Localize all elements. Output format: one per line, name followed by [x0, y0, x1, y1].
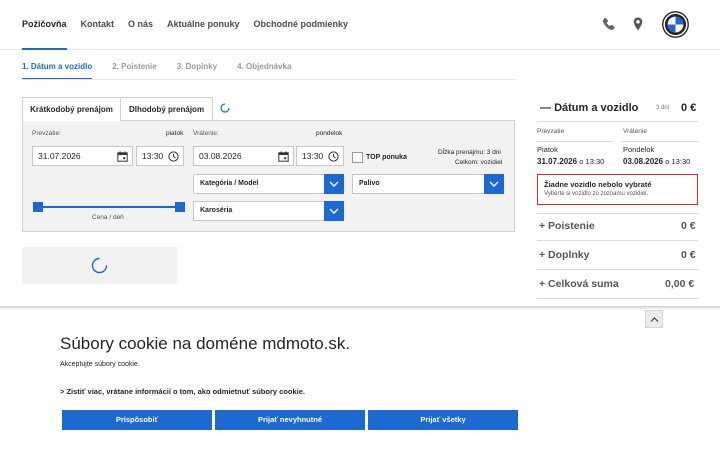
summary-pickup-label: Prevzatie	[537, 128, 565, 135]
chevron-down-icon	[324, 201, 344, 221]
chevron-up-icon	[650, 317, 659, 322]
fuel-value: Palivo	[359, 180, 380, 187]
top-offer-checkbox[interactable]	[352, 152, 363, 163]
location-pin-icon[interactable]	[630, 16, 646, 32]
tab-short-term[interactable]: Krátkodobý prenájom	[22, 97, 121, 121]
cookie-subtitle: Akceptujte súbory cookie.	[60, 361, 140, 368]
pickup-date-value: 31.07.2026	[38, 151, 81, 161]
calendar-icon	[117, 151, 128, 162]
summary-insurance-toggle[interactable]: + Poistenie	[539, 220, 595, 232]
cookie-customize-button[interactable]: Prispôsobiť	[62, 410, 212, 430]
loading-spinner-icon	[91, 257, 108, 274]
summary-pickup-datetime: 31.07.2026 o 13:30	[537, 157, 604, 166]
summary-price: 0 €	[681, 102, 697, 114]
summary-total-toggle[interactable]: + Celková suma	[539, 278, 619, 290]
vehicle-total: Celkom: vozidiel	[455, 159, 503, 166]
clock-icon	[168, 151, 179, 162]
nav-item-contact[interactable]: Kontakt	[81, 0, 115, 50]
return-date-input[interactable]: 03.08.2026	[193, 146, 294, 166]
summary-pickup-time: o 13:30	[579, 157, 605, 166]
pickup-time-input[interactable]: 13:30	[136, 146, 184, 166]
summary-divider	[537, 121, 698, 122]
cookie-accept-all-button[interactable]: Prijať všetky	[368, 410, 518, 430]
body-type-select[interactable]: Karoséria	[193, 201, 344, 221]
calendar-icon	[278, 151, 289, 162]
summary-total-value: 0,00 €	[665, 278, 695, 290]
cookie-collapse-button[interactable]	[645, 310, 663, 328]
warning-text: Vyberte si vozidlo zo zoznamu vozidiel.	[544, 191, 649, 197]
cookie-more-info-link[interactable]: > Zistiť viac, vrátane informácií o tom,…	[60, 387, 305, 396]
step-order: 4. Objednávka	[237, 62, 292, 71]
results-loading	[22, 247, 177, 284]
rental-duration: Dĺžka prenájmu: 3 dni	[438, 149, 501, 156]
fuel-select[interactable]: Palivo	[352, 174, 504, 194]
nav-item-terms[interactable]: Obchodné podmienky	[254, 0, 349, 50]
pickup-date-input[interactable]: 31.07.2026	[32, 146, 133, 166]
cookie-title: Súbory cookie na doméne mdmoto.sk.	[60, 334, 351, 353]
price-slider-min-handle[interactable]	[33, 202, 43, 212]
pickup-label: Prevzatie:	[32, 130, 61, 137]
clock-icon	[328, 151, 339, 162]
summary-return-date: 03.08.2026	[623, 157, 664, 166]
summary-divider	[537, 141, 613, 142]
chevron-down-icon	[324, 174, 344, 194]
summary-divider	[537, 298, 698, 299]
summary-extras-toggle[interactable]: + Doplnky	[539, 249, 589, 261]
tab-long-term[interactable]: Dlhodobý prenájom	[121, 97, 213, 121]
summary-extras-value: 0 €	[681, 249, 696, 261]
return-date-value: 03.08.2026	[199, 151, 242, 161]
summary-divider	[537, 269, 698, 270]
summary-pickup-day: Piatok	[537, 145, 558, 154]
summary-divider	[537, 213, 698, 214]
step-extras: 3. Doplnky	[176, 62, 218, 71]
step-date-vehicle[interactable]: 1. Dátum a vozidlo	[22, 56, 93, 80]
step-insurance: 2. Poistenie	[112, 62, 157, 71]
chevron-down-icon	[484, 174, 504, 194]
summary-return-label: Vrátenie	[623, 128, 647, 135]
category-model-select[interactable]: Kategória / Model	[193, 174, 344, 194]
pickup-time-value: 13:30	[142, 151, 164, 161]
nav-item-offers[interactable]: Aktuálne ponuky	[167, 0, 240, 50]
return-time-value: 13:30	[302, 151, 324, 161]
return-time-input[interactable]: 13:30	[296, 146, 344, 166]
summary-return-datetime: 03.08.2026 o 13:30	[623, 157, 690, 166]
steps-divider	[22, 79, 515, 80]
price-slider-label: Cena / deň	[92, 214, 124, 221]
summary-days: 3 dni	[656, 105, 670, 111]
pickup-day: piatok	[166, 130, 184, 137]
checkout-steps: 1. Dátum a vozidlo 2. Poistenie 3. Dopln…	[22, 56, 311, 80]
main-nav: Požičovňa Kontakt O nás Aktuálne ponuky …	[22, 0, 362, 50]
summary-divider	[622, 141, 698, 142]
summary-return-day: Pondelok	[623, 145, 655, 154]
return-label: Vrátenie:	[193, 130, 219, 137]
nav-item-rental[interactable]: Požičovňa	[22, 0, 67, 50]
body-type-value: Karoséria	[200, 207, 233, 214]
summary-return-time: o 13:30	[665, 157, 691, 166]
no-vehicle-warning: Žiadne vozidlo nebolo vybraté Vyberte si…	[537, 174, 698, 205]
price-slider-max-handle[interactable]	[175, 202, 185, 212]
nav-item-about[interactable]: O nás	[128, 0, 153, 50]
summary-title-text: Dátum a vozidlo	[554, 102, 639, 114]
cookie-accept-necessary-button[interactable]: Prijať nevyhnutné	[215, 410, 365, 430]
summary-divider	[537, 240, 698, 241]
site-header: Požičovňa Kontakt O nás Aktuálne ponuky …	[0, 0, 720, 50]
price-slider-track[interactable]	[38, 206, 180, 208]
warning-title: Žiadne vozidlo nebolo vybraté	[544, 180, 652, 189]
top-offer-label: TOP ponuka	[366, 154, 407, 161]
category-model-value: Kategória / Model	[200, 180, 259, 187]
brand-roundel-logo[interactable]	[662, 11, 689, 38]
summary-insurance-value: 0 €	[681, 220, 696, 232]
loading-spinner-icon	[220, 103, 230, 113]
return-day: pondelok	[316, 130, 343, 137]
phone-icon[interactable]	[601, 16, 617, 32]
summary-title[interactable]: — Dátum a vozidlo	[540, 102, 638, 114]
summary-pickup-date: 31.07.2026	[537, 157, 578, 166]
